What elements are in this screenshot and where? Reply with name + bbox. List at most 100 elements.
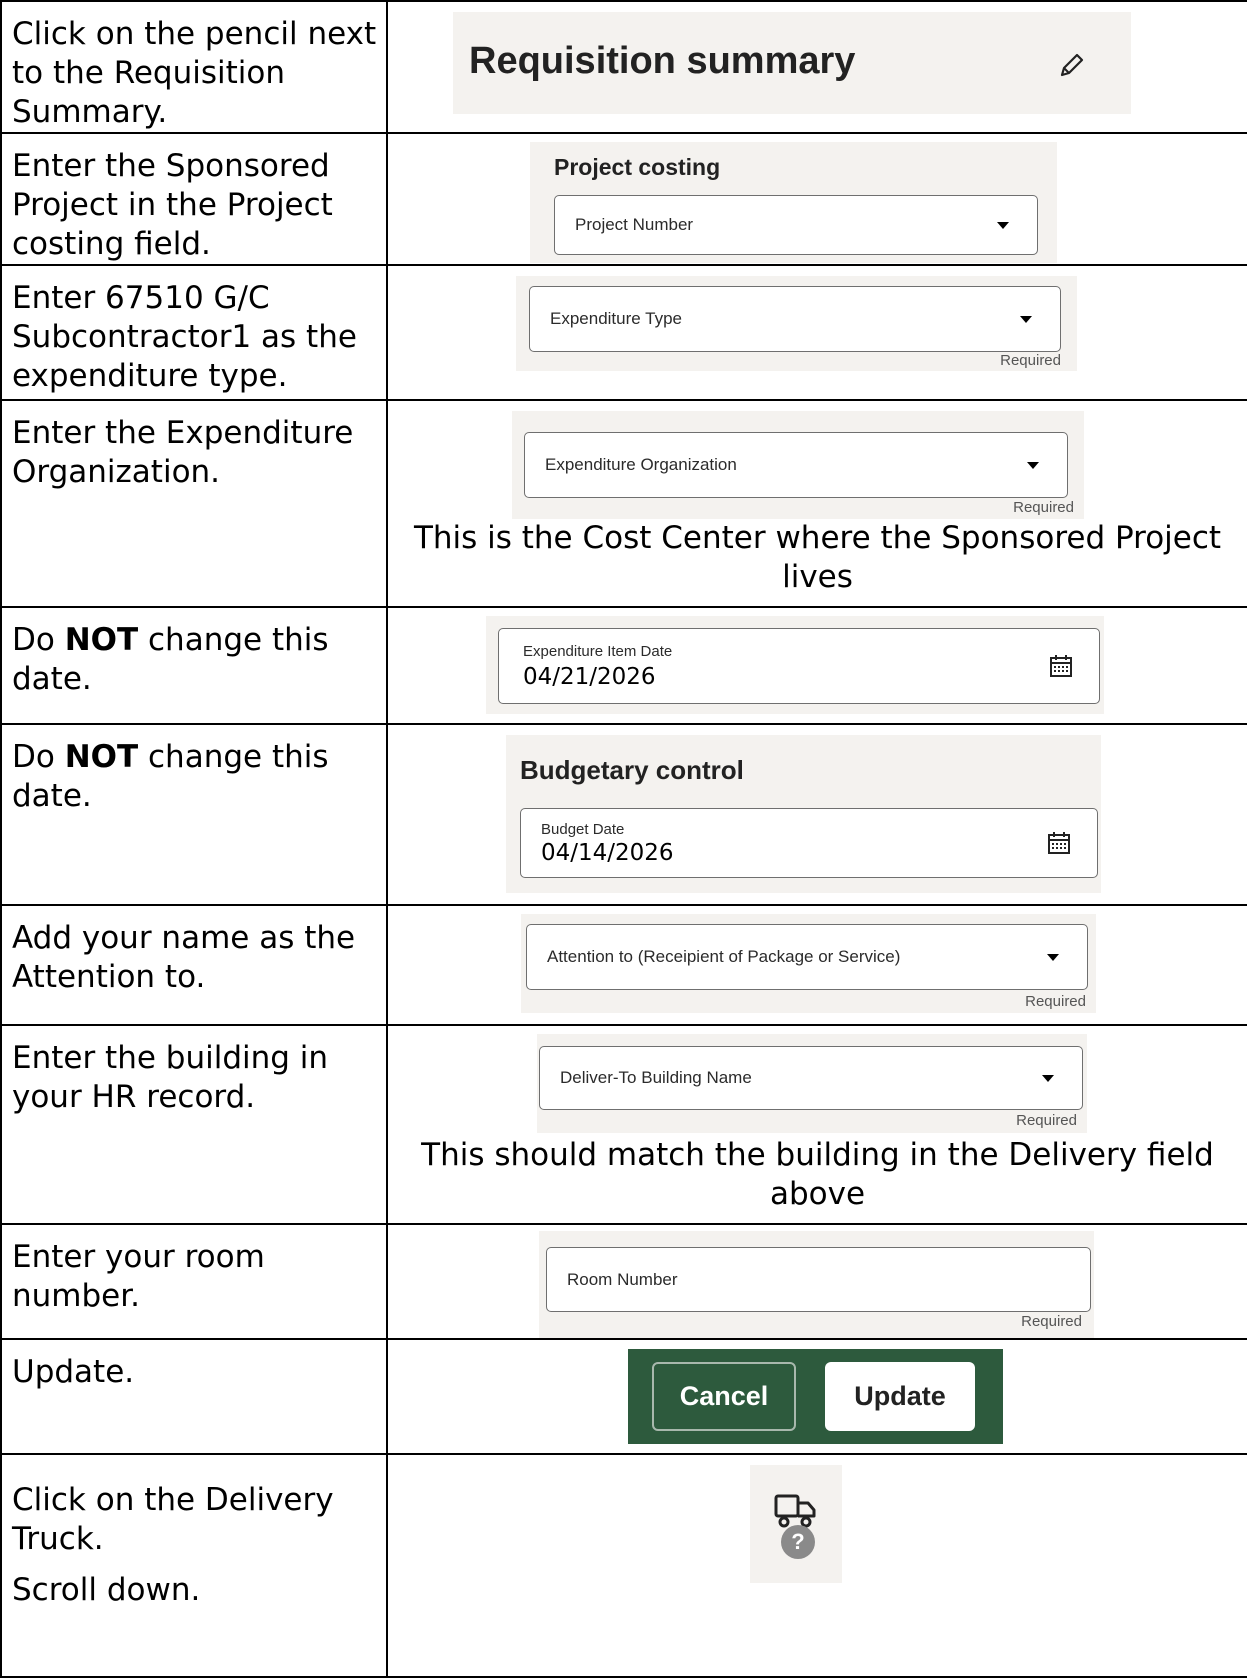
field-value: 04/14/2026	[541, 840, 674, 866]
instruction-cell: Click on the pencil next to the Requisit…	[0, 0, 388, 134]
expenditure-item-date-field[interactable]: Expenditure Item Date 04/21/2026	[498, 628, 1100, 704]
screenshot-cell: Project costing Project Number	[386, 132, 1247, 266]
field-label: Budget Date	[541, 821, 625, 838]
instruction-text: Do NOT change this date.	[12, 738, 378, 816]
update-button[interactable]: Update	[825, 1362, 975, 1431]
instruction-cell: Add your name as the Attention to.	[0, 904, 388, 1026]
instructions-table: Click on the pencil next to the Requisit…	[0, 0, 1247, 1678]
deliver-to-building-panel: Deliver-To Building Name Required	[537, 1034, 1087, 1133]
instruction-text: Add your name as the Attention to.	[12, 920, 356, 995]
instruction-text: Do NOT change this date.	[12, 621, 378, 699]
instruction-cell: Enter the building in your HR record.	[0, 1024, 388, 1225]
step-row: Do NOT change this date. Budgetary contr…	[0, 723, 1247, 906]
deliver-to-building-note: This should match the building in the De…	[421, 1137, 1214, 1212]
attention-to-field[interactable]: Attention to (Receipient of Package or S…	[526, 924, 1088, 990]
delivery-truck-icon[interactable]	[774, 1493, 820, 1529]
screenshot-cell: Requisition summary	[386, 0, 1247, 134]
instruction-text: Enter the building in your HR record.	[12, 1040, 329, 1115]
expenditure-type-panel: Expenditure Type Required	[516, 276, 1077, 371]
pencil-icon[interactable]	[1057, 50, 1087, 80]
step-row: Add your name as the Attention to. Atten…	[0, 904, 1247, 1026]
field-label: Room Number	[567, 1269, 678, 1289]
instruction-cell: Enter your room number.	[0, 1223, 388, 1340]
field-label: Expenditure Type	[550, 309, 682, 328]
cancel-button[interactable]: Cancel	[652, 1362, 796, 1431]
project-costing-panel: Project costing Project Number	[530, 142, 1057, 263]
screenshot-cell: Expenditure Organization Required This i…	[386, 399, 1247, 608]
field-label: Expenditure Item Date	[523, 643, 673, 660]
required-hint: Required	[1000, 352, 1061, 369]
step-row: Enter the building in your HR record. De…	[0, 1024, 1247, 1225]
field-value: 04/21/2026	[523, 664, 656, 690]
requisition-summary-title: Requisition summary	[469, 40, 856, 82]
instruction-text: Click on the Delivery Truck.	[12, 1482, 334, 1557]
chevron-down-icon[interactable]	[1047, 954, 1059, 961]
required-hint: Required	[1021, 1313, 1082, 1330]
help-badge: ?	[781, 1525, 815, 1559]
screenshot-cell: Cancel Update	[386, 1338, 1247, 1455]
attention-to-panel: Attention to (Receipient of Package or S…	[521, 914, 1096, 1013]
button-bar: Cancel Update	[628, 1349, 1003, 1444]
instruction-pre: Do	[12, 739, 65, 775]
chevron-down-icon[interactable]	[1020, 316, 1032, 323]
expenditure-organization-field[interactable]: Expenditure Organization	[524, 432, 1068, 498]
chevron-down-icon[interactable]	[1042, 1075, 1054, 1082]
instruction-cell: Enter 67510 G/C Subcontractor1 as the ex…	[0, 264, 388, 401]
expenditure-organization-panel: Expenditure Organization Required	[512, 411, 1084, 519]
expenditure-organization-note: This is the Cost Center where the Sponso…	[413, 520, 1222, 595]
screenshot-cell: Expenditure Type Required	[386, 264, 1247, 401]
required-hint: Required	[1013, 499, 1074, 516]
field-label: Attention to (Receipient of Package or S…	[547, 947, 901, 966]
project-costing-heading: Project costing	[554, 154, 721, 180]
room-number-panel: Room Number Required	[539, 1231, 1094, 1338]
step-row: Enter 67510 G/C Subcontractor1 as the ex…	[0, 264, 1247, 401]
step-row: Enter your room number. Room Number Requ…	[0, 1223, 1247, 1340]
step-row: Enter the Sponsored Project in the Proje…	[0, 132, 1247, 266]
instruction-text: Enter 67510 G/C Subcontractor1 as the ex…	[12, 280, 357, 394]
chevron-down-icon[interactable]	[997, 222, 1009, 229]
calendar-icon[interactable]	[1049, 654, 1073, 678]
expenditure-item-date-panel: Expenditure Item Date 04/21/2026	[486, 616, 1104, 714]
chevron-down-icon[interactable]	[1027, 462, 1039, 469]
budgetary-control-heading: Budgetary control	[520, 755, 744, 785]
instruction-pre: Do	[12, 622, 65, 658]
instruction-emphasis: NOT	[64, 739, 139, 775]
budgetary-control-panel: Budgetary control Budget Date 04/14/2026	[506, 735, 1101, 893]
required-hint: Required	[1025, 993, 1086, 1010]
requisition-summary-panel: Requisition summary	[453, 12, 1131, 114]
instruction-cell: Update.	[0, 1338, 388, 1455]
field-label: Deliver-To Building Name	[560, 1068, 752, 1087]
screenshot-cell: ?	[386, 1453, 1247, 1678]
instruction-cell: Do NOT change this date.	[0, 606, 388, 725]
instruction-cell: Do NOT change this date.	[0, 723, 388, 906]
step-row: Click on the pencil next to the Requisit…	[0, 0, 1247, 134]
screenshot-cell: Attention to (Receipient of Package or S…	[386, 904, 1247, 1026]
field-label: Expenditure Organization	[545, 455, 737, 474]
instruction-text: Click on the pencil next to the Requisit…	[12, 16, 377, 130]
calendar-icon[interactable]	[1047, 831, 1071, 855]
deliver-to-building-field[interactable]: Deliver-To Building Name	[539, 1046, 1083, 1110]
screenshot-cell: Deliver-To Building Name Required This s…	[386, 1024, 1247, 1225]
instruction-text: Enter your room number.	[12, 1239, 265, 1314]
room-number-field[interactable]: Room Number	[546, 1247, 1091, 1312]
step-row: Do NOT change this date. Expenditure Ite…	[0, 606, 1247, 725]
expenditure-type-field[interactable]: Expenditure Type	[529, 286, 1061, 352]
screenshot-cell: Room Number Required	[386, 1223, 1247, 1340]
instruction-text: Enter the Sponsored Project in the Proje…	[12, 148, 333, 262]
screenshot-cell: Expenditure Item Date 04/21/2026	[386, 606, 1247, 725]
field-label: Project Number	[575, 215, 694, 234]
instruction-text-secondary: Scroll down.	[12, 1572, 201, 1608]
instruction-text: Enter the Expenditure Organization.	[12, 415, 354, 490]
delivery-truck-panel: ?	[750, 1465, 842, 1583]
step-row: Update. Cancel Update	[0, 1338, 1247, 1455]
instruction-cell: Enter the Sponsored Project in the Proje…	[0, 132, 388, 266]
step-row: Click on the Delivery Truck. Scroll down…	[0, 1453, 1247, 1678]
project-number-field[interactable]: Project Number	[554, 195, 1038, 255]
instruction-cell: Enter the Expenditure Organization.	[0, 399, 388, 608]
instruction-text: Update.	[12, 1354, 135, 1390]
budget-date-field[interactable]: Budget Date 04/14/2026	[520, 808, 1098, 878]
instruction-emphasis: NOT	[64, 622, 139, 658]
instruction-cell: Click on the Delivery Truck. Scroll down…	[0, 1453, 388, 1678]
step-row: Enter the Expenditure Organization. Expe…	[0, 399, 1247, 608]
screenshot-cell: Budgetary control Budget Date 04/14/2026	[386, 723, 1247, 906]
